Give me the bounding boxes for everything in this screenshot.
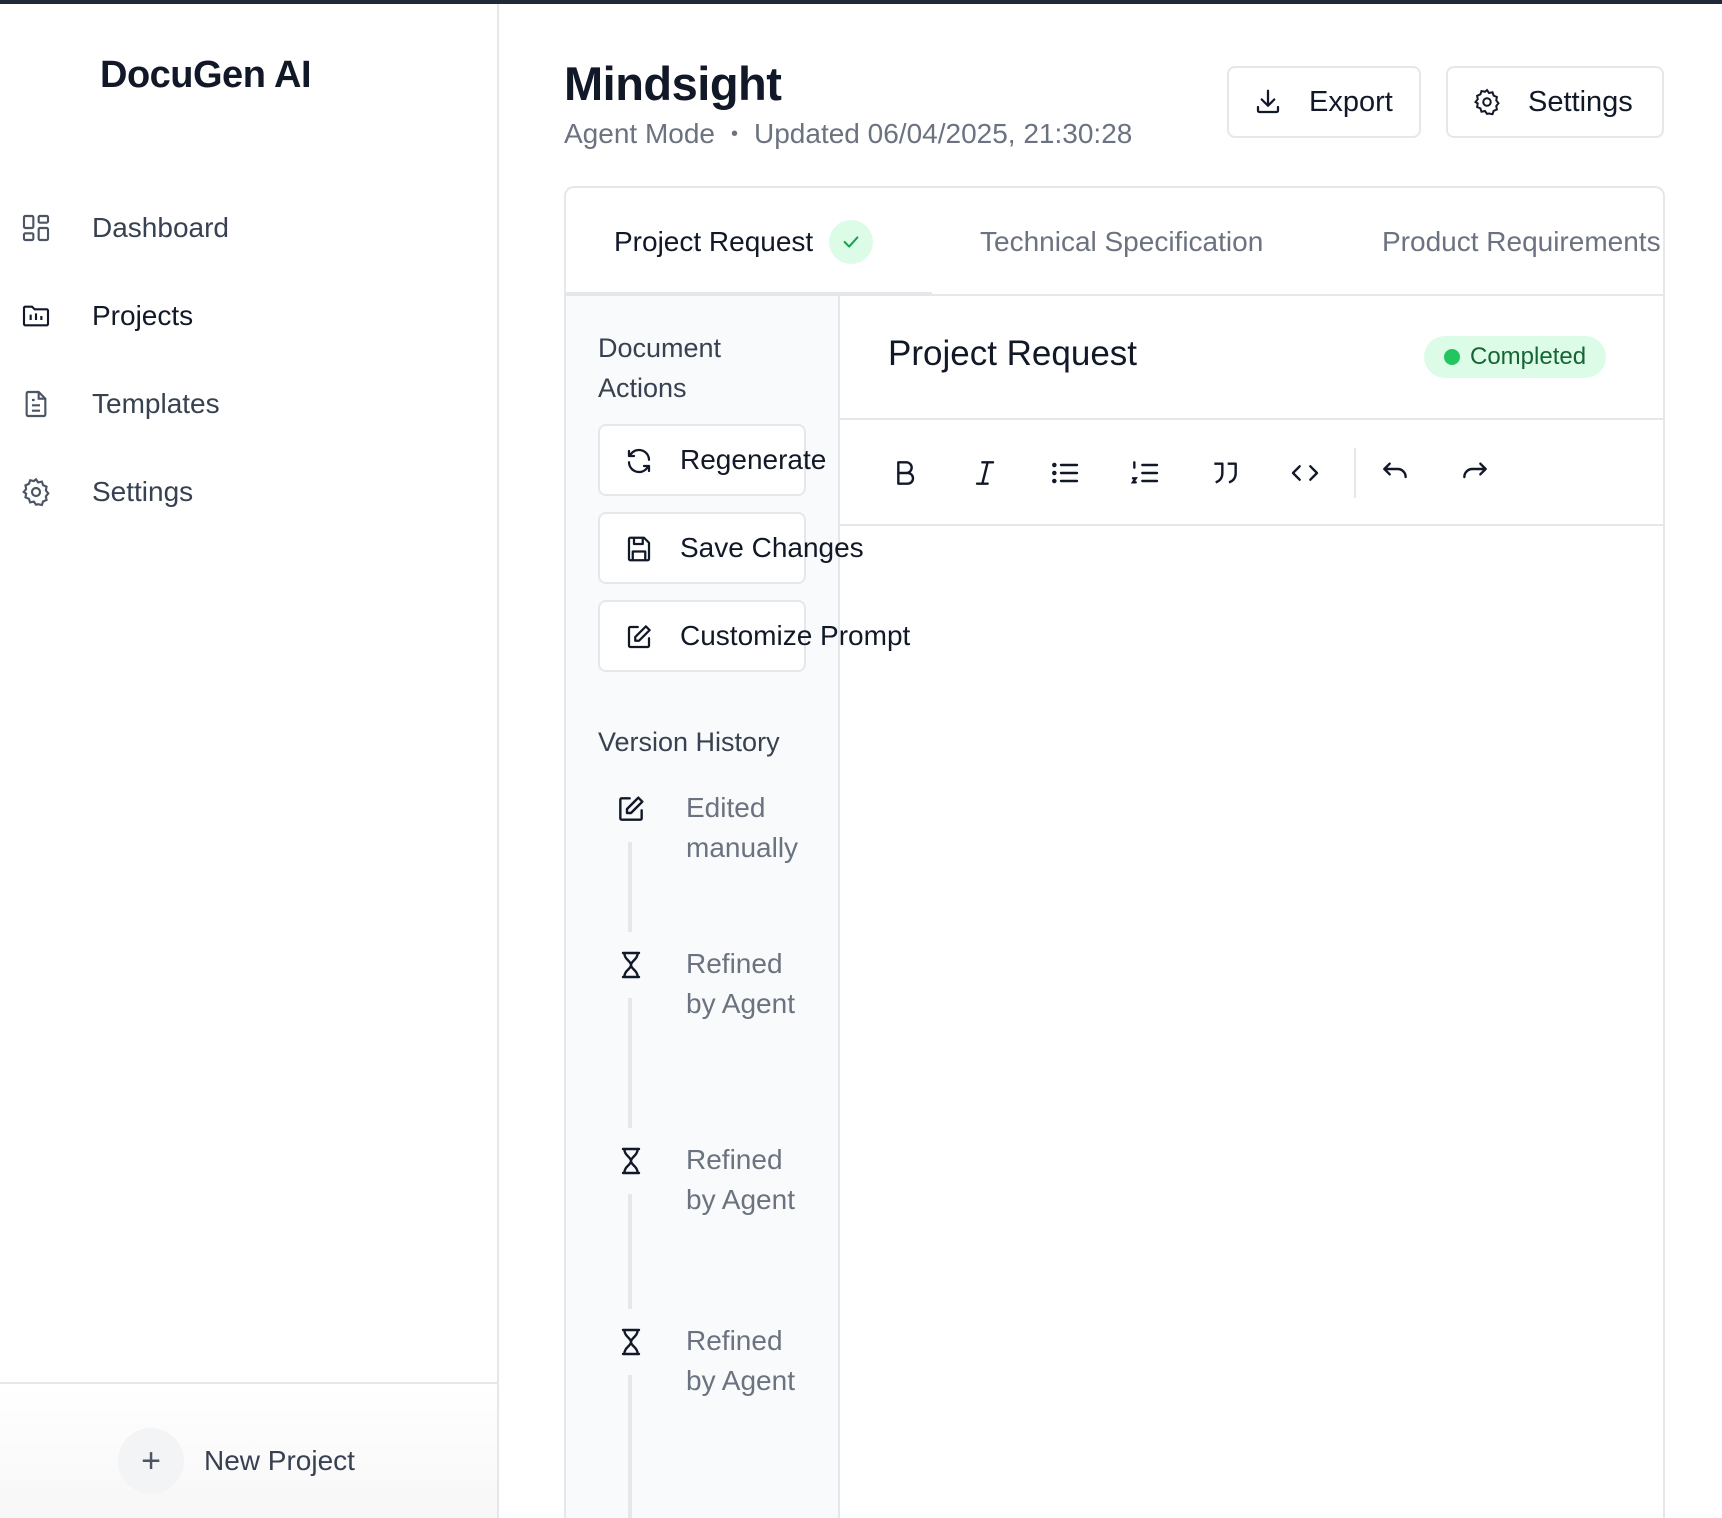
save-changes-label: Save Changes — [680, 532, 864, 563]
gear-icon — [1474, 88, 1500, 116]
quote-icon — [1214, 462, 1237, 484]
page-title: Mindsight — [564, 57, 782, 110]
version-entry-label: Refined by Agent — [686, 948, 795, 1019]
italic-icon — [975, 461, 995, 485]
sidebar-item-projects[interactable]: Projects — [0, 272, 497, 360]
tab-label: Product Requirements — [1382, 226, 1661, 257]
bold-icon — [897, 461, 915, 485]
page-subtitle: Agent Mode • Updated 06/04/2025, 21:30:2… — [564, 118, 1132, 150]
tab-label: Technical Specification — [980, 226, 1264, 257]
download-icon — [1256, 89, 1280, 114]
actions-sidebar: Document Actions Regenerate Save Changes… — [566, 296, 910, 1518]
tab-product-requirements[interactable]: Product Requirements — [1382, 188, 1661, 296]
bold-button[interactable] — [886, 454, 924, 492]
version-entry-label: Edited manually — [686, 792, 799, 863]
redo-icon — [1463, 462, 1487, 479]
document-panel: Project Request Technical Specification … — [564, 186, 1665, 1518]
export-label: Export — [1309, 85, 1393, 118]
refresh-icon — [627, 448, 651, 474]
export-button[interactable]: Export — [1227, 66, 1421, 138]
dashboard-icon — [20, 212, 52, 244]
hourglass-icon — [598, 1309, 664, 1375]
mode-label: Agent Mode — [564, 118, 715, 149]
redo-button[interactable] — [1456, 454, 1494, 492]
gear-icon — [20, 476, 52, 508]
settings-button[interactable]: Settings — [1446, 66, 1664, 138]
edit-icon — [627, 625, 651, 649]
brand-logo: DocuGen AI — [100, 54, 312, 96]
bullet-list-button[interactable] — [1046, 454, 1084, 492]
sidebar-footer: + New Project — [0, 1382, 497, 1518]
version-entry-label: Refined by Agent — [686, 1144, 795, 1215]
version-entry-label: Refined by Agent — [686, 1325, 795, 1396]
new-project-label: New Project — [204, 1445, 355, 1476]
sidebar-item-dashboard[interactable]: Dashboard — [0, 184, 497, 272]
sidebar-item-label: Templates — [92, 388, 220, 419]
numbered-list-button[interactable] — [1126, 454, 1164, 492]
hourglass-icon — [598, 932, 664, 998]
editor-header: Project Request Completed — [840, 296, 1663, 420]
document-title: Project Request — [888, 334, 1138, 373]
sidebar-item-label: Dashboard — [92, 212, 229, 243]
save-icon — [627, 536, 651, 562]
save-changes-button[interactable]: Save Changes — [598, 512, 864, 584]
sidebar-item-label: Projects — [92, 300, 194, 331]
sidebar-nav: Dashboard Projects Templates Settings — [0, 184, 497, 536]
regenerate-label: Regenerate — [680, 444, 827, 475]
tab-project-request[interactable]: Project Request — [614, 188, 874, 296]
editor-content-area[interactable] — [840, 526, 1663, 1518]
check-icon — [829, 220, 874, 264]
sidebar: DocuGen AI Dashboard Projects Templates … — [0, 4, 499, 1518]
sidebar-item-label: Settings — [92, 476, 194, 507]
tab-technical-specification[interactable]: Technical Specification — [980, 188, 1263, 296]
hourglass-icon — [598, 1128, 664, 1194]
formatting-toolbar — [840, 420, 1663, 526]
version-history-heading: Version History — [598, 727, 780, 757]
undo-icon — [1383, 462, 1407, 479]
plus-icon: + — [118, 1428, 184, 1494]
italic-button[interactable] — [966, 454, 1004, 492]
code-button[interactable] — [1286, 454, 1324, 492]
regenerate-button[interactable]: Regenerate — [598, 424, 826, 496]
numbered-list-icon — [1130, 461, 1159, 484]
separator-dot: • — [731, 122, 739, 145]
edit-icon — [598, 776, 664, 842]
document-editor: Project Request Completed — [840, 296, 1663, 1518]
document-tabs: Project Request Technical Specification … — [566, 188, 1663, 296]
sidebar-item-templates[interactable]: Templates — [0, 360, 497, 448]
folder-icon — [20, 300, 52, 332]
sidebar-item-settings[interactable]: Settings — [0, 448, 497, 536]
code-icon — [1291, 465, 1319, 481]
undo-button[interactable] — [1376, 454, 1414, 492]
updated-timestamp: Updated 06/04/2025, 21:30:28 — [754, 118, 1133, 149]
toolbar-divider — [1354, 448, 1356, 498]
quote-button[interactable] — [1206, 454, 1244, 492]
document-icon — [20, 388, 52, 420]
document-actions-heading: Document Actions — [598, 333, 722, 403]
bullet-list-icon — [1052, 462, 1079, 484]
tab-label: Project Request — [614, 226, 814, 257]
customize-prompt-button[interactable]: Customize Prompt — [598, 600, 910, 672]
settings-label: Settings — [1528, 85, 1633, 118]
status-badge: Completed — [1424, 336, 1607, 378]
new-project-button[interactable]: + New Project — [118, 1428, 355, 1494]
